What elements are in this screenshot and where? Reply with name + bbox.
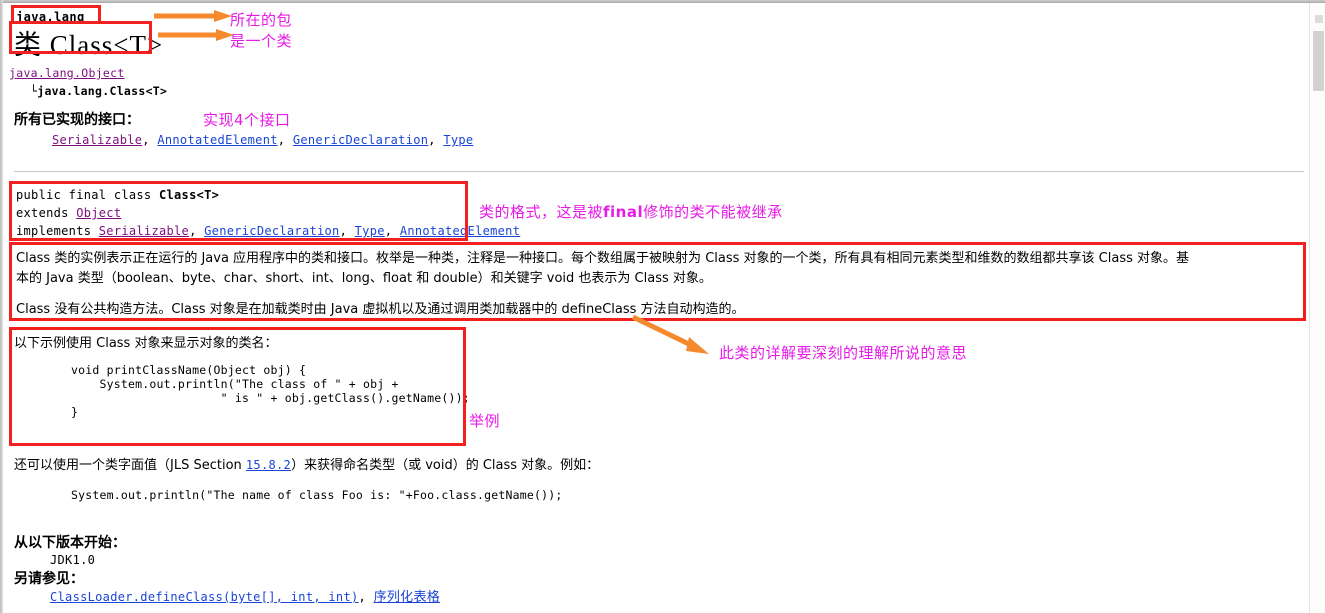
jls-section-link[interactable]: 15.8.2 <box>246 458 291 472</box>
hierarchy-child-row: └java.lang.Class<T> <box>30 82 167 100</box>
class-literal-text-suffix: ）来获得命名类型（或 void）的 Class 对象。例如： <box>291 458 600 473</box>
arrow-to-class-icon <box>158 29 234 41</box>
interface-link-genericdeclaration[interactable]: GenericDeclaration <box>293 133 428 147</box>
signature-superclass-link[interactable]: Object <box>76 206 121 220</box>
list-separator: , <box>384 224 400 238</box>
annotation-class-format-note: 类的格式，这是被final修饰的类不能被继承 <box>479 201 783 222</box>
page-title: 类 Class<T> <box>14 30 164 60</box>
interface-link-type[interactable]: Type <box>443 133 473 147</box>
list-separator: , <box>358 590 374 604</box>
annotation-format-part-1: 类的格式，这是被 <box>479 203 604 221</box>
signature-modifiers: public final class <box>16 188 159 202</box>
annotation-is-class-note: 是一个类 <box>230 32 293 50</box>
hierarchy-child-label: java.lang.Class<T> <box>37 84 168 98</box>
see-also-link-classloader-defineclass[interactable]: ClassLoader.defineClass(byte[], int, int… <box>50 590 359 604</box>
javadoc-content: java.lang 类 Class<T> 所在的包 是一个类 java.lang… <box>6 5 1306 610</box>
package-name: java.lang <box>16 10 85 24</box>
signature-extends-keyword: extends <box>16 206 77 220</box>
since-heading: 从以下版本开始： <box>14 535 126 551</box>
scrollbar-thumb[interactable] <box>1313 31 1324 91</box>
see-also-links: ClassLoader.defineClass(byte[], int, int… <box>50 586 440 606</box>
signature-line-2: extends Object <box>16 206 121 220</box>
list-separator: , <box>428 133 444 147</box>
scrollbar-up-arrow-icon[interactable] <box>1315 15 1323 23</box>
arrow-to-description-icon <box>631 314 709 354</box>
interface-link-serializable[interactable]: Serializable <box>52 133 142 147</box>
hierarchy-parent-link[interactable]: java.lang.Object <box>9 66 125 80</box>
class-literal-paragraph: 还可以使用一个类字面值（JLS Section 15.8.2）来获得命名类型（或… <box>14 454 599 473</box>
class-literal-code-block: System.out.println("The name of class Fo… <box>14 488 563 502</box>
implemented-interfaces-list: Serializable, AnnotatedElement, GenericD… <box>52 131 473 149</box>
vertical-scrollbar[interactable] <box>1309 3 1325 613</box>
implemented-interfaces-heading: 所有已实现的接口： <box>14 112 140 128</box>
arrow-to-package-icon <box>154 10 232 22</box>
since-value: JDK1.0 <box>50 553 96 567</box>
example-intro-text: 以下示例使用 Class 对象来显示对象的类名： <box>14 336 278 351</box>
annotation-description-note: 此类的详解要深刻的理解所说的意思 <box>719 344 968 362</box>
signature-implements-keyword: implements <box>16 224 99 238</box>
signature-interface-link-type[interactable]: Type <box>355 224 385 238</box>
list-separator: , <box>339 224 355 238</box>
signature-interface-link-annotatedelement[interactable]: AnnotatedElement <box>400 224 520 238</box>
window-left-edge <box>0 0 3 613</box>
signature-interface-link-genericdeclaration[interactable]: GenericDeclaration <box>204 224 339 238</box>
description-para1-line2: 本的 Java 类型（boolean、byte、char、short、int、l… <box>16 271 712 286</box>
window-top-edge <box>0 0 1325 3</box>
annotation-interfaces-note: 实现4个接口 <box>203 111 291 129</box>
list-separator: , <box>277 133 293 147</box>
description-para1-line1: Class 类的实例表示正在运行的 Java 应用程序中的类和接口。枚举是一种类… <box>16 251 1189 266</box>
list-separator: , <box>189 224 205 238</box>
annotation-package-note: 所在的包 <box>230 11 293 29</box>
section-divider <box>14 171 1304 172</box>
list-separator: , <box>142 133 158 147</box>
annotation-format-keyword: final <box>603 203 644 221</box>
class-literal-text-prefix: 还可以使用一个类字面值（JLS Section <box>14 458 246 473</box>
annotation-format-part-2: 修饰的类不能被继承 <box>643 203 783 221</box>
signature-line-3: implements Serializable, GenericDeclarat… <box>16 224 520 238</box>
see-also-heading: 另请参见： <box>14 571 84 587</box>
example-code-block: void printClassName(Object obj) { System… <box>70 363 470 419</box>
signature-class-name: Class<T> <box>158 188 220 202</box>
annotation-example-note: 举例 <box>469 412 501 430</box>
browser-page-frame: java.lang 类 Class<T> 所在的包 是一个类 java.lang… <box>0 0 1325 613</box>
see-also-link-serialized-form[interactable]: 序列化表格 <box>374 590 441 605</box>
signature-interface-link-serializable[interactable]: Serializable <box>99 224 189 238</box>
signature-line-1: public final class Class<T> <box>16 188 219 202</box>
interface-link-annotatedelement[interactable]: AnnotatedElement <box>157 133 277 147</box>
